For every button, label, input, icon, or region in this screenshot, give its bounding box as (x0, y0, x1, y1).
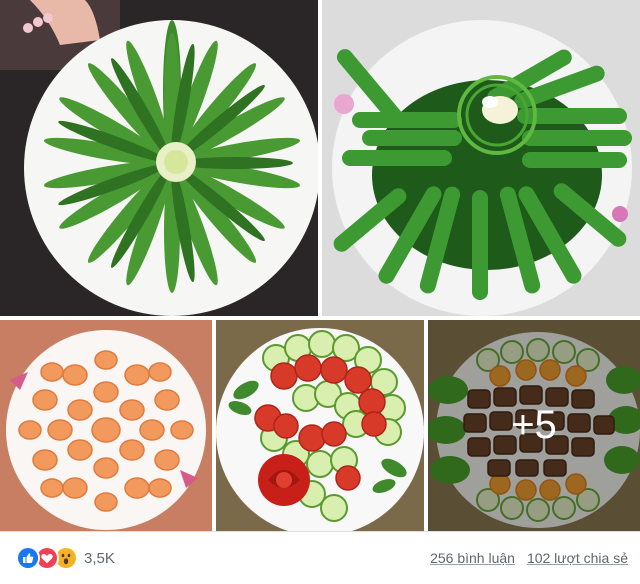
photo-tile-2[interactable] (322, 0, 640, 316)
comments-link[interactable]: 256 bình luận (430, 550, 515, 566)
photo-tile-1[interactable] (0, 0, 318, 316)
more-photos-overlay[interactable]: +5 (428, 320, 640, 531)
like-icon (16, 546, 40, 570)
photo-cucumber-tomato-salad (216, 320, 424, 531)
photo-tile-5[interactable]: +5 (428, 320, 640, 531)
reaction-count[interactable]: 3,5K (84, 550, 115, 567)
photo-green-beans-garlic (322, 0, 640, 316)
photo-tile-3[interactable] (0, 320, 212, 531)
shares-link[interactable]: 102 lượt chia sẻ (527, 550, 628, 566)
photo-green-beans-radial (0, 0, 318, 316)
photo-tile-4[interactable] (216, 320, 424, 531)
reactions-summary[interactable]: 3,5K (16, 546, 115, 570)
photo-shrimp (0, 320, 212, 531)
post-footer: 3,5K 256 bình luận 102 lượt chia sẻ (0, 531, 640, 584)
